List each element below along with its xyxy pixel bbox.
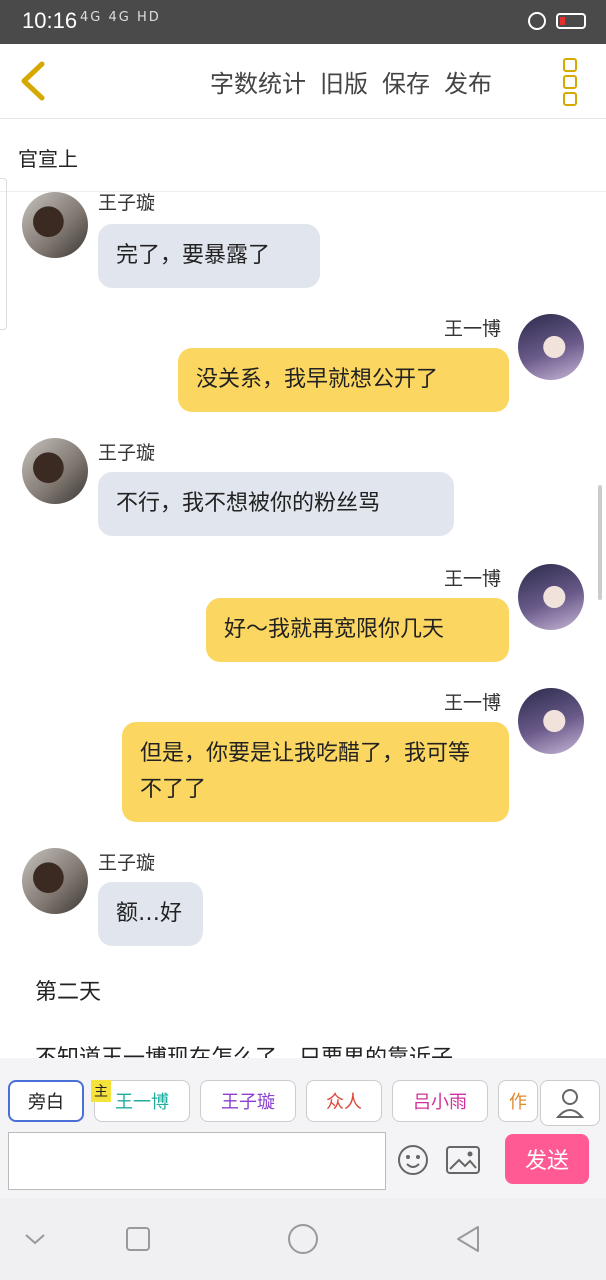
status-bar: 10:16 4G 4G HD bbox=[0, 0, 606, 44]
main-character-tag: 主 bbox=[91, 1080, 111, 1102]
avatar[interactable] bbox=[22, 192, 88, 258]
chat-area: 王子璇 完了，要暴露了 王一博 没关系，我早就想公开了 王子璇 不行，我不想被你… bbox=[0, 192, 606, 1058]
chapter-title: 官宣上 bbox=[18, 147, 78, 171]
sender-name: 王子璇 bbox=[98, 852, 156, 874]
signal-icons: 4G 4G HD bbox=[80, 10, 161, 25]
message-bubble[interactable]: 但是，你要是让我吃醋了，我可等不了了 bbox=[122, 722, 509, 822]
image-icon[interactable] bbox=[446, 1146, 480, 1174]
message-bubble[interactable]: 没关系，我早就想公开了 bbox=[178, 348, 509, 412]
sender-name: 王子璇 bbox=[98, 192, 156, 214]
rotation-lock-icon bbox=[528, 12, 546, 30]
avatar[interactable] bbox=[518, 688, 584, 754]
system-nav-bar bbox=[0, 1198, 606, 1280]
role-crowd[interactable]: 众人 bbox=[306, 1080, 382, 1122]
battery-icon bbox=[556, 13, 586, 29]
save-button[interactable]: 保存 bbox=[382, 64, 430, 99]
role-narrator[interactable]: 旁白 bbox=[8, 1080, 84, 1122]
home-icon[interactable] bbox=[286, 1222, 320, 1256]
sender-name: 王子璇 bbox=[98, 442, 156, 464]
narration-text[interactable]: 第二天 bbox=[35, 974, 101, 1006]
role-author[interactable]: 作 bbox=[498, 1080, 538, 1122]
message-bubble[interactable]: 完了，要暴露了 bbox=[98, 224, 320, 288]
narration-text[interactable]: 不知道王一博现在怎么了，只要男的靠近子 bbox=[35, 1040, 453, 1058]
sender-name: 王一博 bbox=[444, 692, 502, 714]
message-bubble[interactable]: 好～我就再宽限你几天 bbox=[206, 598, 509, 662]
send-button[interactable]: 发送 bbox=[505, 1134, 589, 1184]
sender-name: 王一博 bbox=[444, 318, 502, 340]
more-menu-icon[interactable] bbox=[563, 58, 583, 106]
sender-name: 王一博 bbox=[444, 568, 502, 590]
clock: 10:16 bbox=[22, 8, 78, 33]
avatar[interactable] bbox=[22, 438, 88, 504]
word-count-button[interactable]: 字数统计 bbox=[210, 64, 306, 99]
avatar[interactable] bbox=[518, 314, 584, 380]
role-selector: 旁白 王一博 王子璇 众人 吕小雨 作 bbox=[8, 1080, 538, 1122]
role-lv-xiaoyu[interactable]: 吕小雨 bbox=[392, 1080, 488, 1122]
user-icon bbox=[555, 1089, 585, 1118]
message-bubble[interactable]: 额…好 bbox=[98, 882, 203, 946]
editor-toolbar: 字数统计 旧版 保存 发布 bbox=[0, 44, 606, 119]
publish-button[interactable]: 发布 bbox=[444, 64, 492, 99]
scrollbar[interactable] bbox=[598, 485, 602, 600]
chevron-down-icon[interactable] bbox=[18, 1222, 52, 1256]
message-input[interactable] bbox=[8, 1132, 386, 1190]
add-role-button[interactable] bbox=[540, 1080, 600, 1126]
chapter-title-bar[interactable]: 官宣上 bbox=[0, 119, 606, 192]
recent-apps-icon[interactable] bbox=[121, 1222, 155, 1256]
old-version-button[interactable]: 旧版 bbox=[320, 64, 368, 99]
emoji-icon[interactable] bbox=[397, 1144, 429, 1176]
avatar[interactable] bbox=[518, 564, 584, 630]
role-wang-zixuan[interactable]: 王子璇 bbox=[200, 1080, 296, 1122]
back-arrow-icon[interactable] bbox=[14, 58, 54, 104]
message-bubble[interactable]: 不行，我不想被你的粉丝骂 bbox=[98, 472, 454, 536]
composer-panel: 旁白 王一博 王子璇 众人 吕小雨 作 主 发送 bbox=[0, 1058, 606, 1198]
avatar[interactable] bbox=[22, 848, 88, 914]
back-icon[interactable] bbox=[452, 1222, 486, 1256]
